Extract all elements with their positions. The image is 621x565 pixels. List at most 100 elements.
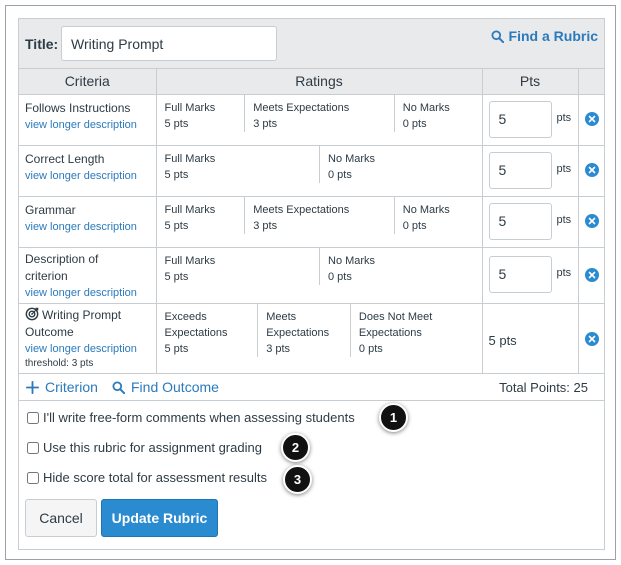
points-cell: pts [481,195,579,248]
rating[interactable]: Full Marks 5 pts [157,95,245,132]
plus-icon [26,380,39,394]
rating[interactable]: No Marks 0 pts [319,145,482,183]
rating-points: 5 pts [164,168,189,181]
criterion-cell: Grammar view longer description [19,195,157,248]
rating[interactable]: Full Marks 5 pts [157,146,320,183]
rating[interactable]: No Marks 0 pts [393,94,482,132]
update-rubric-button[interactable]: Update Rubric [101,499,218,537]
rating-points: 3 pts [253,117,278,130]
add-criterion-button[interactable]: Criterion [26,379,98,395]
rating-label: Meets Expectations [253,203,350,216]
find-outcome-label: Find Outcome [131,379,219,395]
rating-points: 5 pts [164,342,189,355]
hide-score-total-checkbox[interactable] [27,471,39,484]
criterion-name-text: Writing Prompt Outcome [25,307,122,339]
title-input[interactable] [61,26,277,61]
criterion-name: Writing Prompt Outcome [25,307,150,341]
rating-points: 5 pts [164,117,189,130]
criteria-header: Criteria [19,69,157,95]
rating[interactable]: Full Marks 5 pts [157,197,245,234]
rating-points: 0 pts [328,270,352,283]
pts-suffix: pts [556,111,572,124]
pts-header: Pts [481,69,579,95]
table-row: Description of criterion view longer des… [19,246,604,304]
rating-points: 0 pts [328,168,352,181]
view-longer-link[interactable]: view longer description [25,219,150,235]
find-rubric-label: Find a Rubric [508,28,598,44]
rating[interactable]: Meets Expectations 3 pts [244,196,394,234]
assignment-grading-option[interactable]: Use this rubric for assignment grading [27,440,262,455]
hide-score-total-option[interactable]: Hide score total for assessment results [27,470,267,485]
callout-badge: 3 [283,465,312,494]
view-longer-link[interactable]: view longer description [25,285,150,301]
ratings-cell: Full Marks 5 pts No Marks 0 pts [155,144,483,197]
pts-suffix: pts [556,266,572,279]
points-input[interactable] [488,151,552,189]
free-form-comments-option[interactable]: I'll write free-form comments when asses… [27,410,355,425]
total-points: Total Points: 25 [499,380,588,395]
callout-badge: 1 [379,403,408,432]
remove-criterion-icon[interactable] [584,267,599,282]
criterion-cell: Follows Instructions view longer descrip… [19,93,157,146]
rating-label: No Marks [328,152,376,165]
delete-cell [577,93,604,146]
delete-cell [577,302,604,374]
points-input[interactable] [488,100,552,138]
remove-criterion-icon[interactable] [584,213,599,228]
rating[interactable]: Meets Expectations 3 pts [244,94,394,132]
rating-points: 0 pts [402,117,427,130]
rating-label: No Marks [328,254,376,267]
rating-label: Full Marks [164,152,216,165]
pts-suffix: pts [556,213,572,226]
rating-points: 3 pts [253,219,278,232]
table-header: Criteria Ratings Pts [19,69,604,95]
delete-cell [577,144,604,197]
table-row: Correct Length view longer description F… [19,144,604,197]
table-row: Follows Instructions view longer descrip… [19,93,604,146]
add-criterion-label: Criterion [45,379,98,395]
remove-criterion-icon[interactable] [584,111,599,126]
remove-criterion-icon[interactable] [584,162,599,177]
rating[interactable]: No Marks 0 pts [319,247,482,285]
ratings-cell: Full Marks 5 pts Meets Expectations 3 pt… [155,195,483,248]
criterion-name: Follows Instructions [25,100,131,115]
rating[interactable]: Exceeds Expectations 5 pts [157,304,258,357]
find-rubric-link[interactable]: Find a Rubric [491,28,598,44]
criterion-cell: Correct Length view longer description [19,144,157,197]
view-longer-link[interactable]: view longer description [25,341,150,357]
option-label: Use this rubric for assignment grading [43,440,262,455]
view-longer-link[interactable]: view longer description [25,117,150,133]
points-cell: 5 pts [481,302,579,374]
outcome-points: 5 pts [488,332,517,348]
rating[interactable]: Does Not Meet Expectations 0 pts [349,303,482,357]
ratings-header: Ratings [155,69,483,95]
rating-label: Full Marks [164,203,216,216]
free-form-comments-checkbox[interactable] [27,411,39,424]
ratings-cell: Full Marks 5 pts No Marks 0 pts [155,246,483,304]
rating-points: 3 pts [266,342,291,355]
rating-points: 5 pts [164,270,189,283]
criterion-name: Description of criterion [25,251,99,283]
rating-label: Does Not Meet Expectations [358,310,433,339]
ratings-cell: Full Marks 5 pts Meets Expectations 3 pt… [155,93,483,146]
points-cell: pts [481,144,579,197]
rating[interactable]: No Marks 0 pts [393,196,482,234]
search-icon [491,29,504,43]
rating[interactable]: Full Marks 5 pts [157,248,320,285]
find-outcome-button[interactable]: Find Outcome [112,379,219,395]
rating[interactable]: Meets Expectations 3 pts [257,303,350,357]
cancel-button[interactable]: Cancel [25,499,97,537]
rubric-footer: Criterion Find Outcome Total Points: 25 [19,373,604,401]
rating-label: Full Marks [164,254,216,267]
view-longer-link[interactable]: view longer description [25,168,150,184]
search-icon [112,380,125,394]
points-input[interactable] [488,255,552,293]
delete-cell [577,246,604,304]
remove-criterion-icon[interactable] [584,331,599,346]
assignment-grading-checkbox[interactable] [27,441,39,454]
table-row: Writing Prompt Outcome view longer descr… [19,302,604,374]
criterion-cell: Writing Prompt Outcome view longer descr… [19,302,157,374]
title-label: Title: [25,36,59,52]
criterion-name: Correct Length [25,151,105,166]
points-input[interactable] [488,202,552,240]
